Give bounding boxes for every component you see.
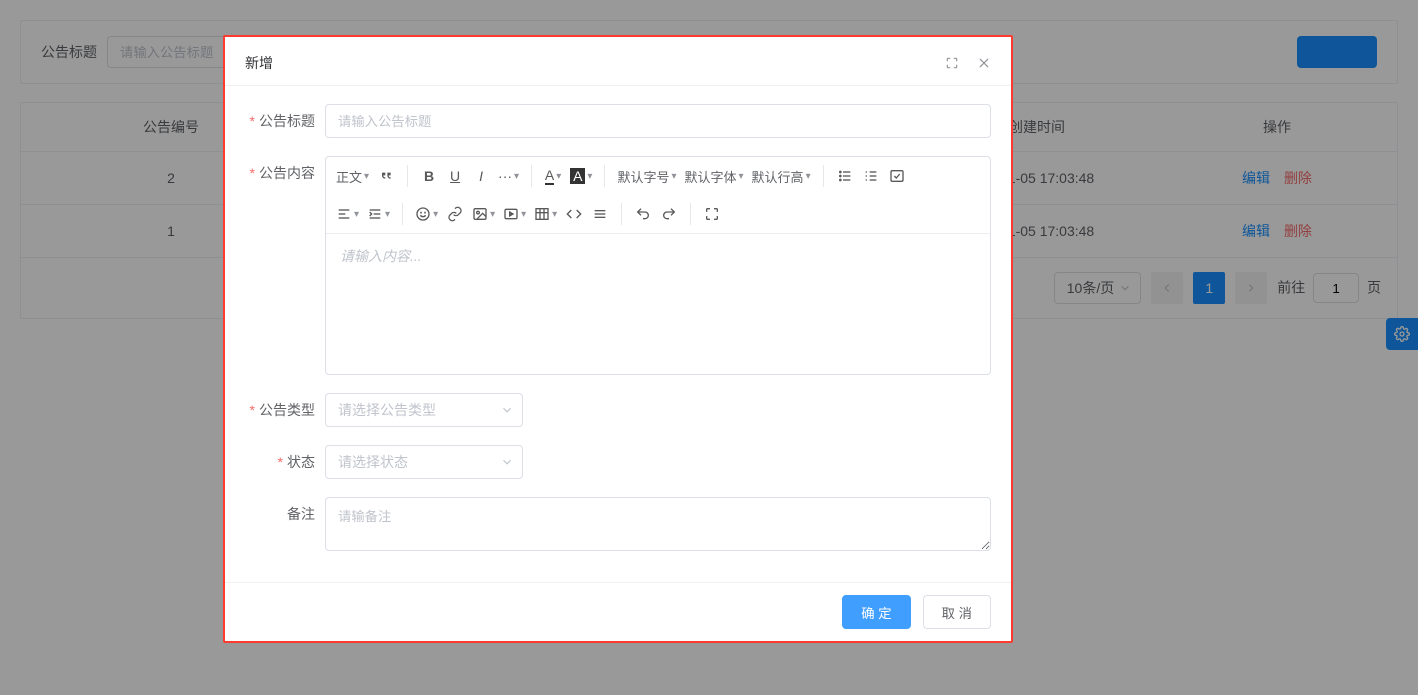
cancel-button[interactable]: 取 消 bbox=[923, 595, 991, 629]
notice-title-input[interactable] bbox=[325, 104, 991, 138]
modal-body: 公告标题 公告内容 正文▾ B U bbox=[225, 86, 1011, 582]
chevron-down-icon bbox=[500, 455, 514, 469]
tb-emoji-icon[interactable]: ▾ bbox=[411, 199, 442, 229]
rich-editor: 正文▾ B U I ···▾ A▾ A▾ bbox=[325, 156, 991, 375]
tb-italic-icon[interactable]: I bbox=[468, 161, 494, 191]
tb-line-height[interactable]: 默认行高▾ bbox=[748, 161, 815, 191]
notice-type-placeholder: 请选择公告类型 bbox=[338, 400, 436, 420]
tb-redo-icon[interactable] bbox=[656, 199, 682, 229]
modal-title: 新增 bbox=[245, 53, 273, 73]
tb-todo-icon[interactable] bbox=[884, 161, 910, 191]
fullscreen-icon[interactable] bbox=[945, 56, 959, 70]
confirm-button[interactable]: 确 定 bbox=[842, 595, 910, 629]
tb-align-icon[interactable]: ▾ bbox=[332, 199, 363, 229]
tb-more-icon[interactable]: ···▾ bbox=[494, 161, 523, 191]
tb-font-family[interactable]: 默认字体▾ bbox=[681, 161, 748, 191]
notice-type-select[interactable]: 请选择公告类型 bbox=[325, 393, 523, 427]
tb-bold-icon[interactable]: B bbox=[416, 161, 442, 191]
tb-divider-icon[interactable] bbox=[587, 199, 613, 229]
close-icon[interactable] bbox=[977, 56, 991, 70]
status-placeholder: 请选择状态 bbox=[338, 452, 408, 472]
modal-header: 新增 bbox=[225, 37, 1011, 86]
tb-quote-icon[interactable] bbox=[373, 161, 399, 191]
tb-heading[interactable]: 正文▾ bbox=[332, 161, 373, 191]
tb-table-icon[interactable]: ▾ bbox=[530, 199, 561, 229]
chevron-down-icon bbox=[500, 403, 514, 417]
editor-content-area[interactable]: 请输入内容... bbox=[326, 234, 990, 374]
label-remark: 备注 bbox=[245, 497, 325, 554]
tb-bg-color-icon[interactable]: A▾ bbox=[566, 161, 596, 191]
tb-video-icon[interactable]: ▾ bbox=[499, 199, 530, 229]
editor-toolbar: 正文▾ B U I ···▾ A▾ A▾ bbox=[326, 157, 990, 234]
tb-underline-icon[interactable]: U bbox=[442, 161, 468, 191]
tb-list-ul-icon[interactable] bbox=[832, 161, 858, 191]
add-notice-modal: 新增 公告标题 公告内容 正文▾ bbox=[223, 35, 1013, 643]
label-type: 公告类型 bbox=[245, 393, 325, 427]
remark-textarea[interactable] bbox=[325, 497, 991, 551]
tb-image-icon[interactable]: ▾ bbox=[468, 199, 499, 229]
tb-fullscreen-icon[interactable] bbox=[699, 199, 725, 229]
label-title: 公告标题 bbox=[245, 104, 325, 138]
tb-undo-icon[interactable] bbox=[630, 199, 656, 229]
status-select[interactable]: 请选择状态 bbox=[325, 445, 523, 479]
tb-code-icon[interactable] bbox=[561, 199, 587, 229]
label-status: 状态 bbox=[245, 445, 325, 479]
tb-link-icon[interactable] bbox=[442, 199, 468, 229]
tb-indent-icon[interactable]: ▾ bbox=[363, 199, 394, 229]
tb-font-size[interactable]: 默认字号▾ bbox=[613, 161, 680, 191]
tb-list-ol-icon[interactable] bbox=[858, 161, 884, 191]
modal-footer: 确 定 取 消 bbox=[225, 582, 1011, 641]
tb-font-color-icon[interactable]: A▾ bbox=[540, 161, 566, 191]
label-content: 公告内容 bbox=[245, 156, 325, 375]
